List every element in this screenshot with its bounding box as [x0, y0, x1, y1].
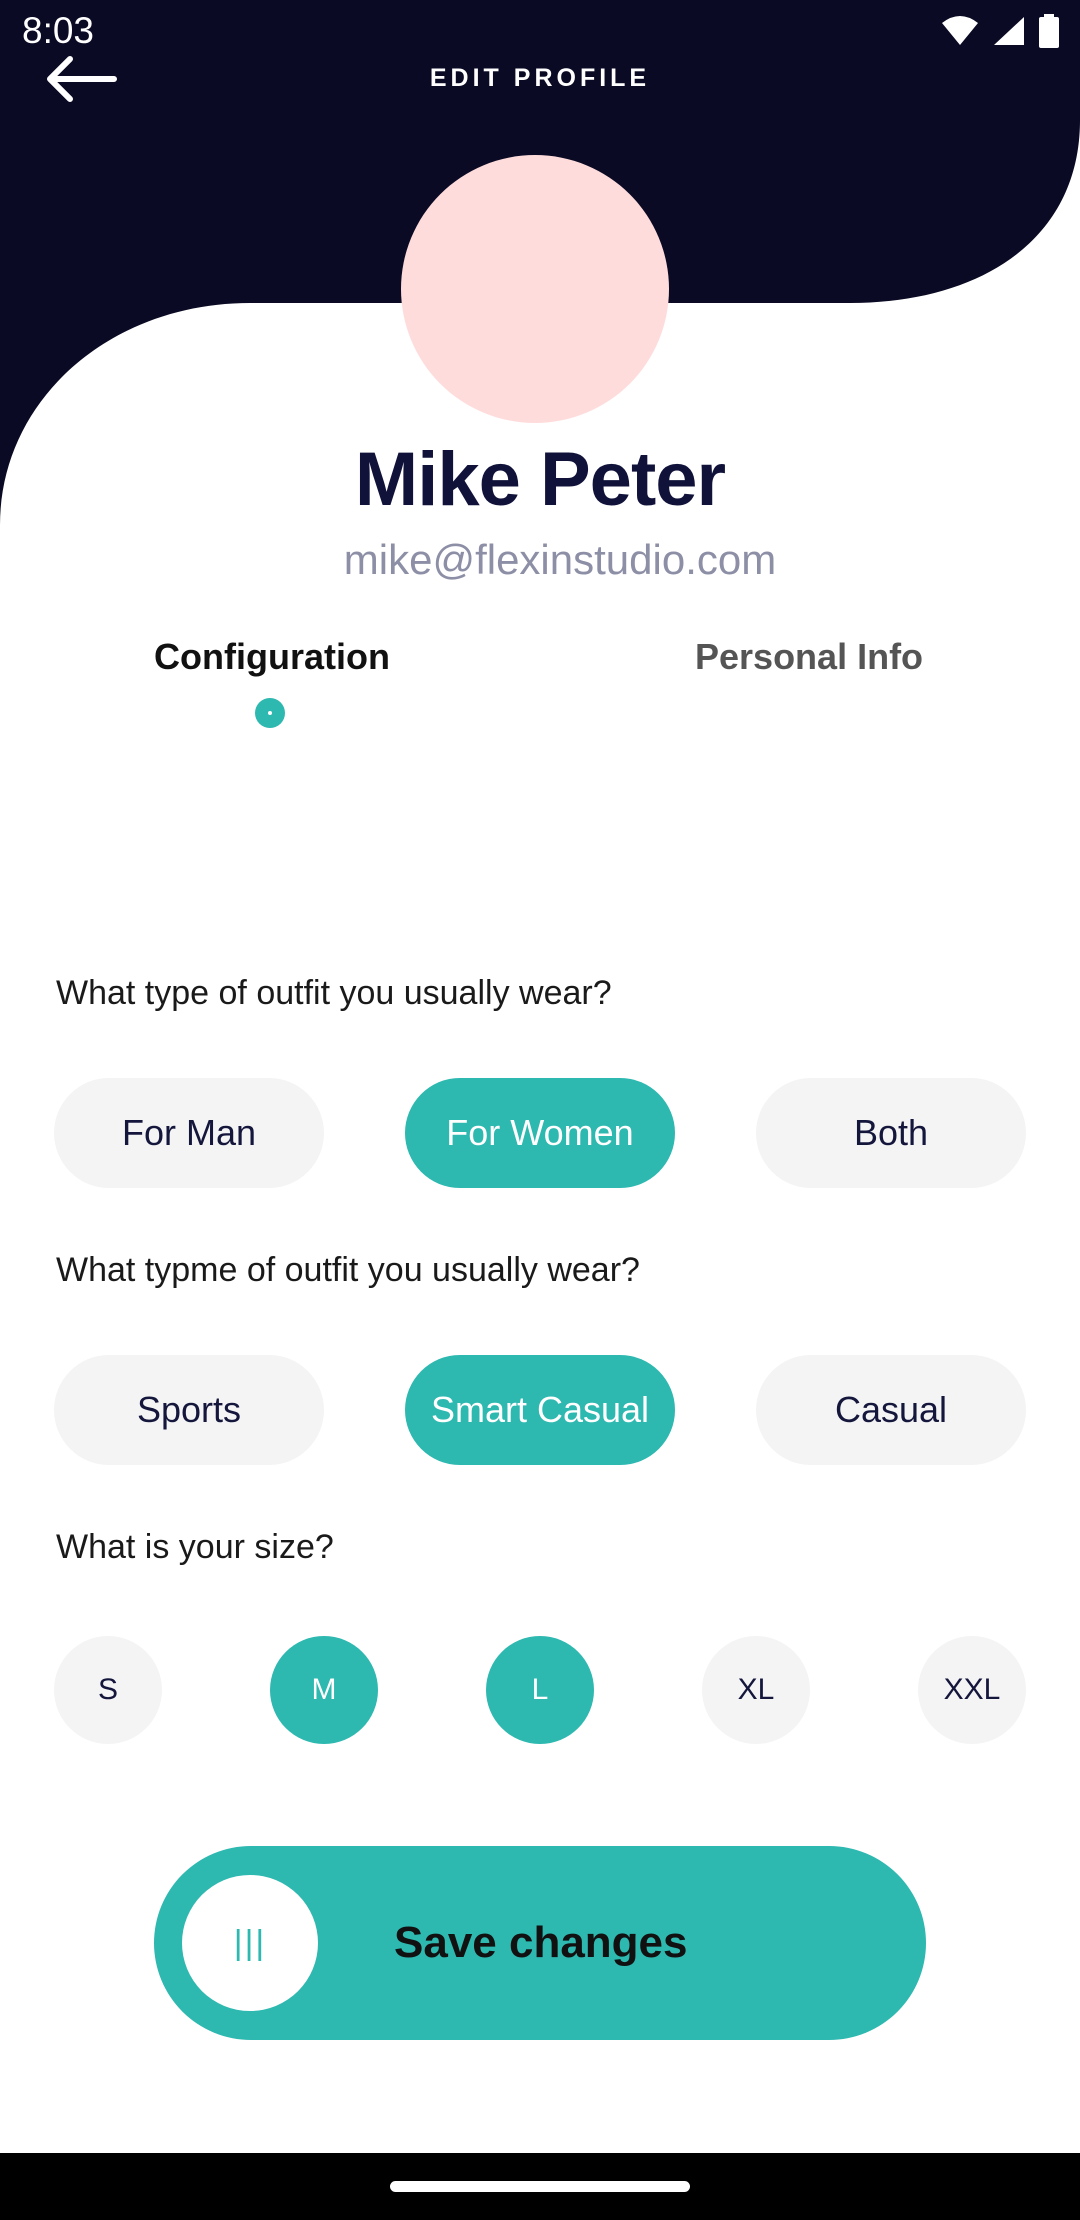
size-l[interactable]: L — [486, 1636, 594, 1744]
size-xxl[interactable]: XXL — [918, 1636, 1026, 1744]
size-options: S M L XL XXL — [54, 1636, 1026, 1744]
status-icons — [940, 14, 1060, 48]
question-outfit-type: What type of outfit you usually wear? — [56, 974, 612, 1012]
avatar[interactable] — [401, 155, 669, 423]
option-for-women[interactable]: For Women — [405, 1078, 675, 1188]
size-s[interactable]: S — [54, 1636, 162, 1744]
option-for-man[interactable]: For Man — [54, 1078, 324, 1188]
option-sports[interactable]: Sports — [54, 1355, 324, 1465]
question-outfit-style: What typme of outfit you usually wear? — [56, 1251, 640, 1289]
home-indicator[interactable] — [390, 2181, 690, 2192]
signal-icon — [994, 17, 1024, 45]
profile-name: Mike Peter — [354, 437, 726, 522]
navigation-bar — [0, 2153, 1080, 2220]
active-tab-indicator — [255, 698, 285, 728]
status-time: 8:03 — [22, 10, 95, 51]
slider-knob[interactable]: ||| — [182, 1875, 318, 2011]
profile-email: mike@flexinstudio.com — [343, 536, 777, 583]
question-size: What is your size? — [56, 1528, 334, 1566]
size-m[interactable]: M — [270, 1636, 378, 1744]
page-title: EDIT PROFILE — [429, 64, 651, 92]
wifi-icon — [942, 16, 978, 45]
option-casual[interactable]: Casual — [756, 1355, 1026, 1465]
option-both[interactable]: Both — [756, 1078, 1026, 1188]
option-smart-casual[interactable]: Smart Casual — [405, 1355, 675, 1465]
battery-icon — [1039, 14, 1059, 48]
status-bar: 8:03 — [0, 0, 1080, 64]
outfit-type-options: For Man For Women Both — [54, 1078, 1026, 1188]
outfit-style-options: Sports Smart Casual Casual — [54, 1355, 1026, 1465]
tab-configuration[interactable]: Configuration — [154, 636, 390, 678]
grip-lines-icon: ||| — [233, 1923, 267, 1962]
save-changes-label: Save changes — [394, 1918, 688, 1967]
size-xl[interactable]: XL — [702, 1636, 810, 1744]
save-changes-slider[interactable]: ||| Save changes — [154, 1846, 926, 2040]
tab-personal-info[interactable]: Personal Info — [695, 636, 923, 678]
